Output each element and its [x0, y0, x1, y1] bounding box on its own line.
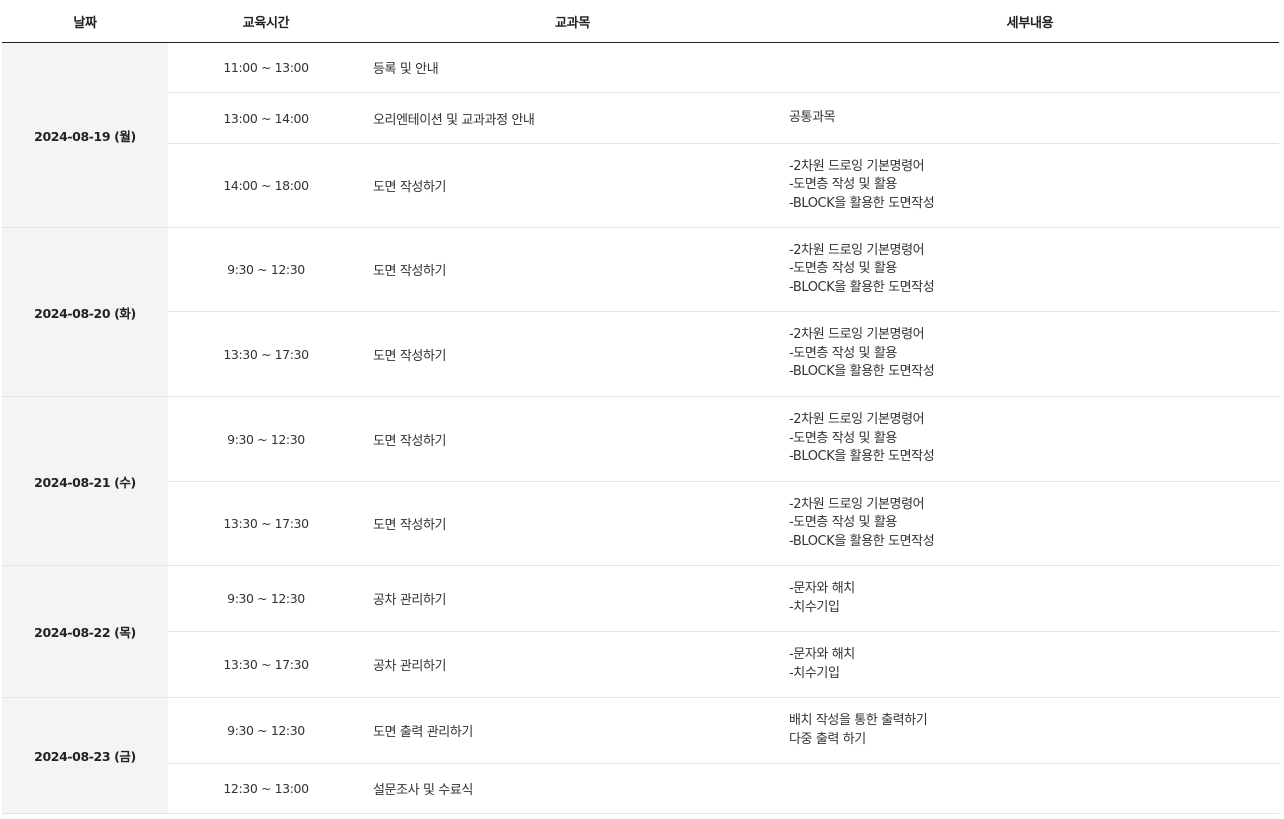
details-line: 다중 출력 하기 [789, 731, 866, 747]
details-line: -도면층 작성 및 활용 [789, 261, 897, 277]
details-cell: 공통과목 [781, 92, 1279, 144]
details-cell: -2차원 드로잉 기본명령어 -도면층 작성 및 활용 -BLOCK을 활용한 도면… [781, 143, 1279, 228]
time-cell: 9:30 ~ 12:30 [168, 697, 364, 764]
time-cell: 9:30 ~ 12:30 [168, 227, 364, 312]
details-line: 공통과목 [789, 109, 836, 125]
details-line: -도면층 작성 및 활용 [789, 430, 897, 446]
date-cell: 2024-08-21 (수) [2, 396, 168, 566]
time-cell: 9:30 ~ 12:30 [168, 565, 364, 632]
subject-cell: 공차 관리하기 [364, 631, 781, 698]
details-line: -치수기입 [789, 599, 840, 615]
date-cell: 2024-08-20 (화) [2, 227, 168, 397]
details-cell [781, 42, 1279, 93]
time-cell: 11:00 ~ 13:00 [168, 42, 364, 93]
time-cell: 13:30 ~ 17:30 [168, 631, 364, 698]
subject-cell: 오리엔테이션 및 교과과정 안내 [364, 92, 781, 144]
date-cell: 2024-08-19 (월) [2, 42, 168, 228]
details-line: -BLOCK을 활용한 도면작성 [789, 364, 935, 380]
date-cell: 2024-08-23 (금) [2, 697, 168, 814]
details-line: -도면층 작성 및 활용 [789, 515, 897, 531]
table-row: 13:30 ~ 17:30 도면 작성하기 -2차원 드로잉 기본명령어 -도면층 작… [2, 311, 1279, 397]
details-line: -문자와 해치 [789, 581, 855, 596]
details-line: -2차원 드로잉 기본명령어 [789, 412, 925, 428]
table-row: 2024-08-19 (월) 11:00 ~ 13:00 등록 및 안내 [2, 42, 1279, 228]
table-row: 2024-08-23 (금) 9:30 ~ 12:30 도면 출력 관리하기 배치 작… [2, 697, 1279, 814]
header-row: 날짜 교육시간 교과목 세부내용 [2, 0, 1279, 43]
table-row: 13:30 ~ 17:30 공차 관리하기 -문자와 해치 -치수기입 [2, 631, 1279, 698]
details-cell: 배치 작성을 통한 출력하기다중 출력 하기 [781, 697, 1279, 764]
details-line: -BLOCK을 활용한 도면작성 [789, 449, 935, 465]
subject-cell: 도면 작성하기 [364, 143, 781, 228]
details-cell: -2차원 드로잉 기본명령어 -도면층 작성 및 활용 -BLOCK을 활용한 도면… [781, 396, 1279, 482]
subject-cell: 등록 및 안내 [364, 42, 781, 93]
table-row: 13:30 ~ 17:30 도면 작성하기 -2차원 드로잉 기본명령어 -도면층 작… [2, 481, 1279, 566]
details-cell [781, 763, 1279, 814]
details-line: -문자와 해치 [789, 647, 855, 662]
time-cell: 13:30 ~ 17:30 [168, 311, 364, 397]
details-line: -도면층 작성 및 활용 [789, 345, 897, 361]
time-cell: 14:00 ~ 18:00 [168, 143, 364, 228]
details-line: -BLOCK을 활용한 도면작성 [789, 279, 935, 295]
time-cell: 13:30 ~ 17:30 [168, 481, 364, 566]
header-subject: 교과목 [364, 0, 781, 43]
subject-cell: 도면 작성하기 [364, 481, 781, 566]
details-line: -2차원 드로잉 기본명령어 [789, 327, 925, 343]
table-row: 2024-08-22 (목) 9:30 ~ 12:30 공차 관리하기 -문자와 해치… [2, 565, 1279, 698]
details-line: -도면층 작성 및 활용 [789, 177, 897, 193]
details-cell: -2차원 드로잉 기본명령어 -도면층 작성 및 활용 -BLOCK을 활용한 도면… [781, 481, 1279, 566]
table-body: 2024-08-19 (월) 11:00 ~ 13:00 등록 및 안내 13:00 … [2, 42, 1279, 814]
table-row: 13:00 ~ 14:00 오리엔테이션 및 교과과정 안내 공통과목 [2, 92, 1279, 144]
details-cell: -문자와 해치 -치수기입 [781, 565, 1279, 632]
details-cell: -2차원 드로잉 기본명령어 -도면층 작성 및 활용 -BLOCK을 활용한 도면… [781, 227, 1279, 312]
header-time: 교육시간 [168, 0, 364, 43]
details-line: 배치 작성을 통한 출력하기 [789, 713, 928, 728]
table-row: 14:00 ~ 18:00 도면 작성하기 -2차원 드로잉 기본명령어 -도면층 작… [2, 143, 1279, 228]
subject-cell: 공차 관리하기 [364, 565, 781, 632]
table-row: 2024-08-20 (화) 9:30 ~ 12:30 도면 작성하기 -2차원 드로… [2, 227, 1279, 397]
details-cell: -문자와 해치 -치수기입 [781, 631, 1279, 698]
details-line: -2차원 드로잉 기본명령어 [789, 242, 925, 258]
table-row: 2024-08-21 (수) 9:30 ~ 12:30 도면 작성하기 -2차원 드로… [2, 396, 1279, 566]
subject-cell: 도면 작성하기 [364, 396, 781, 482]
subject-cell: 도면 작성하기 [364, 227, 781, 312]
subject-cell: 설문조사 및 수료식 [364, 763, 781, 814]
subject-cell: 도면 작성하기 [364, 311, 781, 397]
time-cell: 9:30 ~ 12:30 [168, 396, 364, 482]
subject-cell: 도면 출력 관리하기 [364, 697, 781, 764]
table-row: 12:30 ~ 13:00 설문조사 및 수료식 [2, 763, 1279, 814]
details-line: -치수기입 [789, 665, 840, 681]
details-line: -2차원 드로잉 기본명령어 [789, 158, 925, 174]
details-cell: -2차원 드로잉 기본명령어 -도면층 작성 및 활용 -BLOCK을 활용한 도면… [781, 311, 1279, 397]
details-line: -BLOCK을 활용한 도면작성 [789, 195, 935, 211]
details-line: -2차원 드로잉 기본명령어 [789, 496, 925, 512]
details-line: -BLOCK을 활용한 도면작성 [789, 533, 935, 549]
header-details: 세부내용 [781, 0, 1279, 43]
table-header: 날짜 교육시간 교과목 세부내용 [2, 0, 1279, 43]
header-date: 날짜 [2, 0, 168, 43]
date-cell: 2024-08-22 (목) [2, 565, 168, 698]
time-cell: 13:00 ~ 14:00 [168, 92, 364, 144]
schedule-page: 날짜 교육시간 교과목 세부내용 2024-08-19 (월) 11:00 ~ 1… [0, 0, 1284, 819]
time-cell: 12:30 ~ 13:00 [168, 763, 364, 814]
schedule-table: 날짜 교육시간 교과목 세부내용 2024-08-19 (월) 11:00 ~ 1… [2, 0, 1279, 814]
